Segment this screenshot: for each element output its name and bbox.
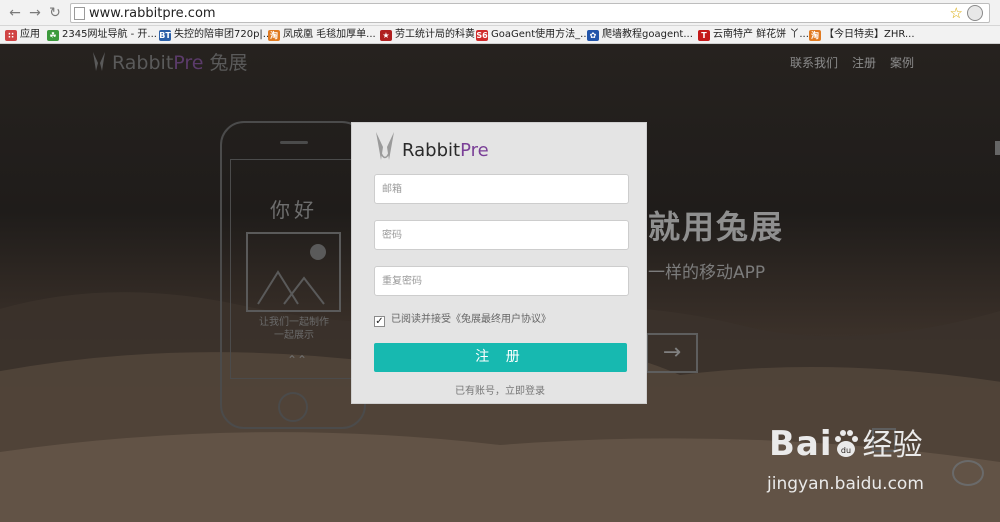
bookmark-sale[interactable]: 淘【今日特卖】ZHR... bbox=[809, 28, 915, 42]
site-logo[interactable]: RabbitPre 兔展 bbox=[90, 51, 248, 74]
double-chevron-up-icon: ⌃⌃ bbox=[287, 353, 308, 367]
login-link[interactable]: 已有账号，立即登录 bbox=[352, 382, 648, 397]
phone-screen: 你好 让我们一起制作 一起展示 ⌃⌃ bbox=[230, 159, 356, 379]
phone-caption: 让我们一起制作 一起展示 bbox=[259, 317, 329, 341]
paw-icon: ✿ bbox=[587, 30, 599, 41]
rabbit-logo-icon bbox=[93, 52, 105, 71]
scroll-handle[interactable] bbox=[995, 141, 1000, 155]
bt-icon: BT bbox=[159, 30, 171, 41]
rabbit-logo-icon bbox=[376, 132, 394, 160]
bookmark-yunnan[interactable]: T 云南特产 鲜花饼 丫... bbox=[698, 28, 809, 42]
email-field[interactable] bbox=[374, 174, 629, 204]
reload-icon[interactable]: ↻ bbox=[46, 4, 64, 22]
s6-icon: S6 bbox=[476, 30, 488, 41]
bookmark-wall[interactable]: ✿ 爬墙教程goagent... bbox=[587, 28, 693, 42]
bookmark-goagent[interactable]: S6 GoaGent使用方法_... bbox=[476, 28, 590, 42]
register-modal: RabbitPre ✓ 已阅读并接受《兔展最终用户协议》 注 册 已有账号，立即登… bbox=[351, 122, 647, 404]
phone-hello-text: 你好 bbox=[270, 198, 318, 222]
bookmark-labor[interactable]: ★ 劳工统计局的科黄 bbox=[380, 28, 475, 42]
phone-speaker bbox=[280, 141, 308, 144]
modal-brand: RabbitPre bbox=[402, 140, 489, 161]
extension-icon[interactable] bbox=[967, 5, 983, 21]
bookmark-jury[interactable]: BT 失控的陪审团720p|... bbox=[159, 28, 272, 42]
baidu-jingyan-watermark: Baidudu经验 jingyan.baidu.com bbox=[767, 424, 924, 494]
bookmark-star-icon[interactable]: ☆ bbox=[950, 4, 963, 22]
nav-contact[interactable]: 联系我们 bbox=[790, 54, 838, 71]
page-background: RabbitPre 兔展 联系我们 注册 案例 你好 让我们一起制作 一起展示 … bbox=[0, 45, 1000, 522]
phone-home-button bbox=[278, 392, 308, 422]
arrow-right-icon: → bbox=[662, 340, 682, 365]
weibo-icon[interactable] bbox=[952, 460, 984, 486]
hero-subtitle: 一样的移动APP bbox=[648, 263, 766, 283]
bookmarks-bar: ∷ 应用 ☘ 2345网址导航 - 开... BT 失控的陪审团720p|... 淘凤… bbox=[0, 26, 1000, 44]
bookmark-blanket[interactable]: 淘凤成凰 毛毯加厚单... bbox=[268, 28, 376, 42]
leaf-icon: ☘ bbox=[47, 30, 59, 41]
svg-text:du: du bbox=[840, 446, 850, 455]
address-bar[interactable]: www.rabbitpre.com ☆ bbox=[70, 3, 990, 23]
image-placeholder-icon bbox=[246, 232, 341, 312]
star-icon: ★ bbox=[380, 30, 392, 41]
browser-toolbar: ← → ↻ www.rabbitpre.com ☆ bbox=[0, 0, 1000, 26]
address-url[interactable]: www.rabbitpre.com bbox=[89, 6, 216, 21]
arrow-right-button[interactable]: → bbox=[646, 333, 698, 373]
register-button[interactable]: 注 册 bbox=[374, 343, 627, 372]
hero-title: 就用兔展 bbox=[648, 208, 785, 246]
bookmark-apps[interactable]: ∷ 应用 bbox=[5, 28, 40, 42]
bookmark-2345[interactable]: ☘ 2345网址导航 - 开... bbox=[47, 28, 157, 42]
nav-register[interactable]: 注册 bbox=[852, 54, 876, 71]
agree-checkbox[interactable]: ✓ bbox=[374, 316, 385, 327]
hao-icon: 淘 bbox=[809, 30, 821, 41]
agree-terms: ✓ 已阅读并接受《兔展最终用户协议》 bbox=[374, 313, 551, 327]
page-icon bbox=[74, 7, 85, 20]
phone-illustration: 你好 让我们一起制作 一起展示 ⌃⌃ bbox=[220, 121, 366, 429]
confirm-password-field[interactable] bbox=[374, 266, 629, 296]
t-icon: T bbox=[698, 30, 710, 41]
nav-cases[interactable]: 案例 bbox=[890, 54, 914, 71]
agree-terms-label[interactable]: 已阅读并接受《兔展最终用户协议》 bbox=[391, 314, 551, 325]
hao-icon: 淘 bbox=[268, 30, 280, 41]
apps-grid-icon: ∷ bbox=[5, 30, 17, 41]
forward-icon[interactable]: → bbox=[26, 4, 44, 22]
baidu-paw-icon: du bbox=[834, 430, 858, 457]
back-icon[interactable]: ← bbox=[6, 4, 24, 22]
password-field[interactable] bbox=[374, 220, 629, 250]
